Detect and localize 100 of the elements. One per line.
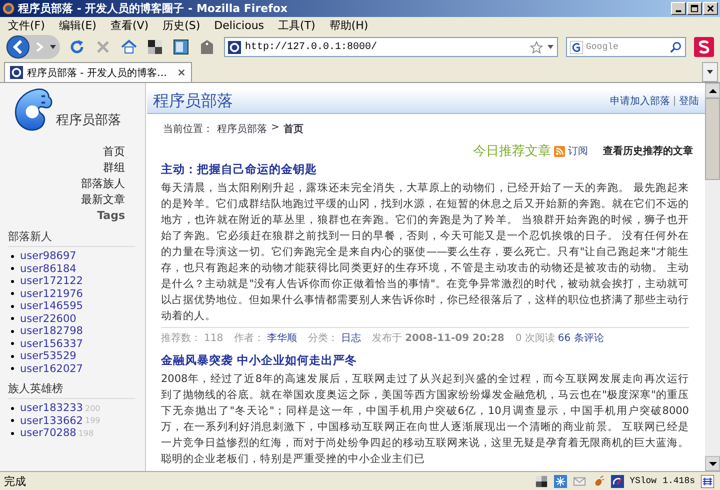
article-body: 每天清晨，当太阳刚刚升起，露珠还未完全消失，大草原上的动物们，已经开始了一天的奔跑。 最先跑起来的是羚羊。它们成群结队地跑过平缓的山冈，找到水源，在短暂的休息之后又开始新的奔跑。就在它们不远的地方，也许就在附近的草丛里，狼群也在奔跑。它们的奔跑是为了羚羊。 当狼群开始奔跑的时候，狮子也开始了奔跑。它必须赶在狼群之前找到一日的早餐，否则，今天可能又是一个忍饥挨饿的日子。 没有任何外在的力量在导演这一切。它们奔跑完全是来自内心的驱使——要么生存，要么死亡。只有"让自己跑起来"才能生存，也只有跑起来的动物才能获得比同类更好的生存环境，不管是主动攻击的动物还是被攻击的动物。 主动是什么？主动就是"没有人告诉你而你正做着恰当的事情"。在竞争异常激烈的时代，被动就会挨打，主动就可以占据优势地位。但如果什么事情都需要别人来告诉你时，你已经很落后了，这样的职位也挤满了那些主动行动着的人。 — [161, 181, 689, 324]
gauge-icon[interactable] — [610, 474, 624, 488]
star-icon[interactable] — [530, 40, 543, 54]
snowflake-icon[interactable] — [554, 474, 567, 488]
back-forward-button[interactable] — [6, 35, 60, 59]
dropdown-icon — [707, 69, 713, 75]
grid-icon[interactable] — [146, 38, 164, 56]
search-icon[interactable] — [670, 41, 682, 53]
search-field[interactable]: Google — [566, 37, 686, 57]
nav-link[interactable]: 部落族人 — [81, 177, 125, 191]
status-text: 完成 — [4, 474, 26, 488]
site-icon — [10, 66, 23, 79]
bullet-icon — [11, 280, 14, 283]
browser-tab[interactable]: 程序员部落 - 开发人员的博客… — [4, 62, 192, 82]
publish-date: 2008-11-09 20:28 — [405, 333, 504, 344]
menu-item[interactable]: Delicious — [214, 19, 264, 32]
article-title[interactable]: 主动：把握自己命运的金钥匙 — [161, 162, 689, 177]
user-link[interactable]: user172122 — [20, 275, 83, 288]
section-heading: 族人英雄榜 — [8, 381, 135, 399]
dropdown-icon[interactable] — [50, 44, 56, 50]
user-link[interactable]: user53529 — [20, 350, 76, 362]
score-count: 200 — [85, 404, 100, 413]
read-count: 0 次阅读 — [515, 332, 555, 345]
bullet-icon — [11, 342, 14, 346]
close-icon — [706, 4, 715, 13]
home-icon[interactable] — [120, 38, 138, 56]
reload-icon[interactable] — [68, 38, 86, 56]
menu-item[interactable]: 帮助(H) — [329, 18, 368, 33]
bullet-icon — [11, 330, 14, 333]
menu-item[interactable]: 编辑(E) — [58, 18, 96, 33]
subscribe-link[interactable]: 订阅 — [568, 144, 588, 158]
user-link[interactable]: user183233 — [20, 402, 83, 414]
article-title[interactable]: 金融风暴突袭 中小企业如何走出严冬 — [161, 353, 689, 368]
load-time: 1.418s — [662, 476, 695, 486]
user-link[interactable]: user121976 — [20, 288, 83, 300]
bullet-icon — [11, 267, 14, 270]
history-link[interactable]: 查看历史推荐的文章 — [603, 144, 693, 158]
tag-icon[interactable] — [198, 38, 216, 56]
user-link[interactable]: user86184 — [20, 262, 76, 275]
minimize-button[interactable] — [671, 2, 686, 15]
article-body: 2008年，经过了近8年的高速发展后，互联网走过了从兴起到兴盛的全过程，而今互联网发展走向再次运行到了抛物线的谷底。就在举国欢度奥运之际，美国等西方国家纷纷爆发金融危机，马云也在"极度深寒"的重压下无奈抛出了"冬天论"；同样是这一年，中国手机用户突破6亿，10月调查显示，中国手机用户突破8000万，在一系列利好消息刺激下，中国移动互联网正在向世人逐渐展现出一个清晰的商业前景。 互联网已经是一片竞争日益惨烈的红海，而对于尚处纷争四起的移动互联网来说，这里无疑是孕育着无限商机的巨大蓝海。聪明的企业老板们，特别是严重受挫的中小企业主们已 — [161, 372, 689, 467]
meta-label: 推荐数： — [161, 332, 201, 345]
header-link[interactable]: 登陆 — [679, 94, 699, 108]
site-icon — [228, 40, 241, 54]
grid-icon[interactable] — [534, 474, 548, 488]
bookmark-icon[interactable] — [172, 38, 190, 56]
user-link[interactable]: user70288 — [20, 427, 76, 440]
scroll-thumb[interactable] — [705, 98, 720, 180]
user-link[interactable]: user182798 — [20, 325, 83, 338]
nav-link[interactable]: 最新文章 — [81, 193, 125, 207]
bullet-icon — [11, 406, 14, 410]
vote-count: 118 — [204, 333, 224, 344]
meta-label: 分类： — [308, 332, 338, 345]
close-button[interactable] — [703, 2, 718, 15]
user-link[interactable]: user22600 — [20, 312, 76, 325]
header-link[interactable]: 申请加入部落 — [610, 94, 670, 108]
user-link[interactable]: user156337 — [20, 338, 83, 350]
bullet-icon — [11, 292, 14, 296]
bullet-icon — [11, 317, 14, 320]
menu-item[interactable]: 文件(F) — [8, 18, 45, 33]
score-count: 198 — [78, 428, 94, 438]
user-link[interactable]: user98697 — [20, 250, 76, 262]
nav-link[interactable]: 首页 — [103, 145, 125, 159]
author-link[interactable]: 李华顺 — [267, 331, 298, 345]
nav-link[interactable]: 群组 — [103, 161, 125, 175]
meta-label: 作者： — [234, 332, 264, 345]
globe-icon — [2, 2, 15, 15]
bullet-icon — [11, 419, 14, 422]
grid-icon[interactable] — [701, 474, 714, 488]
s-logo-icon[interactable] — [694, 37, 714, 57]
close-tab-icon[interactable] — [176, 68, 186, 77]
site-title[interactable]: 程序员部落 — [153, 90, 233, 112]
dropdown-icon[interactable] — [547, 44, 554, 50]
vertical-scrollbar[interactable] — [705, 83, 720, 471]
breadcrumb-link[interactable]: 首页 — [283, 122, 304, 136]
menu-item[interactable]: 查看(V) — [110, 18, 149, 33]
menu-item[interactable]: 工具(T) — [278, 18, 316, 33]
nav-link[interactable]: Tags — [97, 209, 125, 223]
menu-item[interactable]: 历史(S) — [162, 18, 200, 33]
maximize-button[interactable] — [687, 2, 702, 15]
user-link[interactable]: user133662 — [20, 414, 83, 427]
up-arrow-icon — [708, 88, 716, 94]
logo-text: 程序员部落 — [56, 112, 121, 129]
breadcrumb-link[interactable]: 程序员部落 — [217, 122, 267, 136]
tab-list-button[interactable] — [702, 62, 718, 82]
bullet-icon — [11, 432, 14, 435]
user-link[interactable]: user146595 — [20, 300, 83, 312]
comments-link[interactable]: 66 条评论 — [558, 331, 604, 345]
address-field[interactable]: http://127.0.0.1:8000/ — [224, 37, 558, 57]
back-icon[interactable] — [6, 35, 30, 59]
user-link[interactable]: user162027 — [20, 362, 83, 375]
maximize-icon — [690, 4, 699, 13]
bullet-icon — [11, 254, 14, 258]
score-count: 199 — [85, 416, 100, 426]
down-arrow-icon — [708, 460, 716, 466]
category-link[interactable]: 日志 — [341, 331, 362, 345]
yslow-label[interactable]: YSlow — [630, 476, 657, 486]
bullet-icon — [11, 367, 14, 370]
section-heading: 部落新人 — [8, 229, 135, 247]
google-g-icon — [570, 40, 583, 54]
